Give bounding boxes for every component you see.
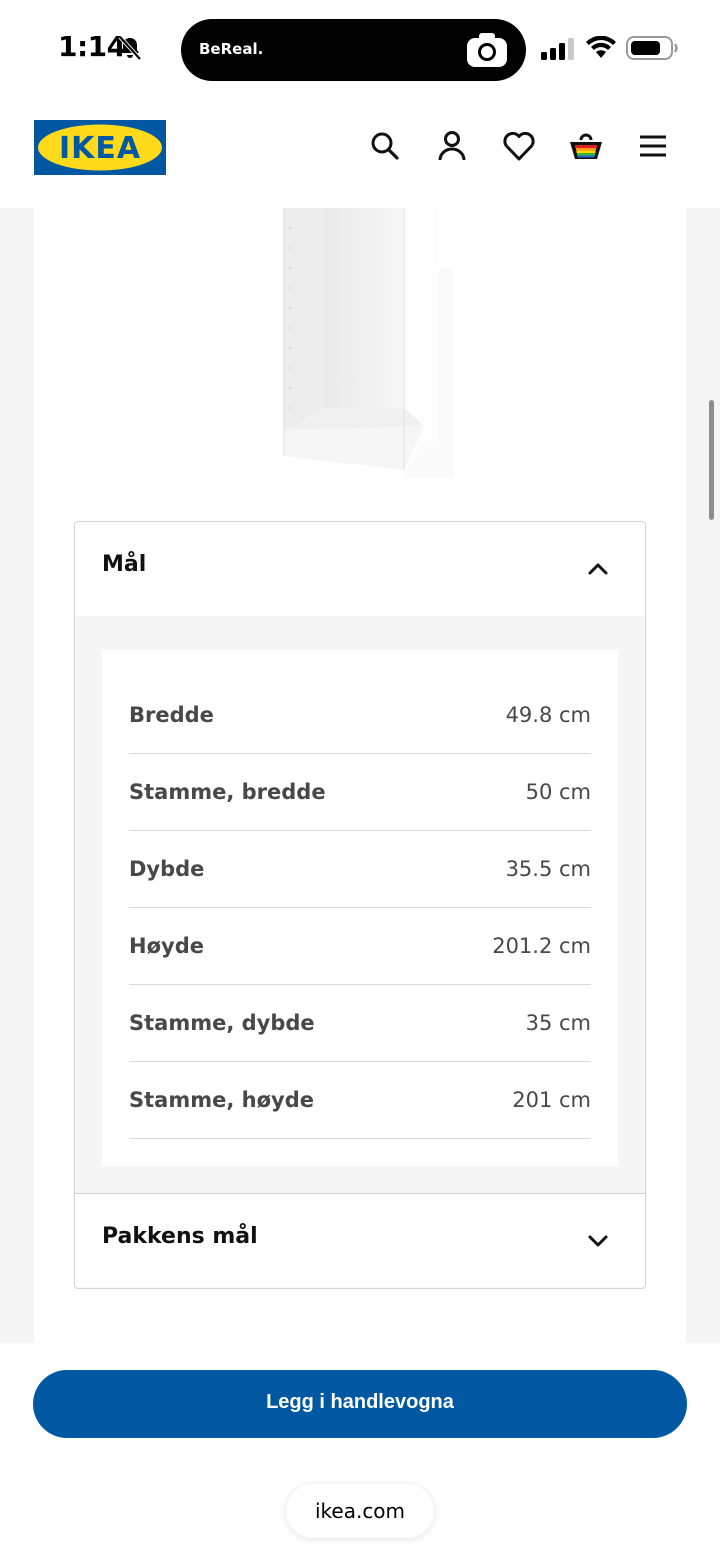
bottom-bar: Legg i handlevogna ikea.com — [0, 1343, 720, 1561]
scrollbar[interactable] — [709, 400, 714, 520]
dimension-value: 201.2 cm — [492, 934, 591, 958]
dimension-label: Stamme, bredde — [129, 780, 326, 804]
chevron-up-icon — [588, 563, 608, 575]
address-bar[interactable]: ikea.com — [286, 1484, 434, 1538]
product-details-panel: Mål Bredde 49.8 cm Stamme, bredde 50 cm … — [34, 208, 686, 1343]
dimension-label: Bredde — [129, 703, 214, 727]
dimension-label: Stamme, høyde — [129, 1088, 314, 1112]
dimensions-list: Bredde 49.8 cm Stamme, bredde 50 cm Dybd… — [102, 650, 618, 1166]
dimension-label: Dybde — [129, 857, 205, 881]
cellular-signal-icon — [541, 38, 574, 60]
dimension-row: Dybde 35.5 cm — [129, 831, 591, 908]
dimensions-accordion: Mål Bredde 49.8 cm Stamme, bredde 50 cm … — [74, 521, 646, 1289]
dimensions-title: Mål — [102, 552, 147, 577]
dynamic-island[interactable]: BeReal. — [181, 19, 526, 81]
heart-icon[interactable] — [501, 128, 537, 164]
dimension-label: Stamme, dybde — [129, 1011, 315, 1035]
menu-icon[interactable] — [635, 128, 671, 164]
dimension-row: Bredde 49.8 cm — [129, 677, 591, 754]
ikea-logo[interactable]: IKEA — [34, 120, 166, 175]
dimension-value: 49.8 cm — [505, 703, 591, 727]
search-icon[interactable] — [367, 128, 403, 164]
island-app-label: BeReal. — [199, 40, 264, 58]
status-bar: 1:14 BeReal. — [0, 0, 720, 96]
wifi-icon — [586, 36, 616, 58]
bell-muted-icon — [118, 35, 142, 61]
dimension-row: Høyde 201.2 cm — [129, 908, 591, 985]
dimension-label: Høyde — [129, 934, 204, 958]
url-text: ikea.com — [314, 1499, 406, 1523]
dimension-row: Stamme, høyde 201 cm — [129, 1062, 591, 1139]
product-image[interactable] — [274, 208, 454, 498]
add-to-cart-label: Legg i handlevogna — [266, 1391, 454, 1413]
dimension-value: 35.5 cm — [505, 857, 591, 881]
dimension-value: 201 cm — [512, 1088, 591, 1112]
chevron-down-icon — [588, 1235, 608, 1247]
dimension-value: 35 cm — [525, 1011, 591, 1035]
accordion-header-dimensions[interactable]: Mål — [75, 522, 645, 616]
cart-icon[interactable] — [568, 128, 604, 164]
battery-icon — [626, 36, 678, 60]
account-icon[interactable] — [434, 128, 470, 164]
package-dimensions-title: Pakkens mål — [102, 1224, 258, 1249]
accordion-header-package[interactable]: Pakkens mål — [75, 1193, 645, 1287]
camera-icon — [467, 33, 507, 67]
svg-text:IKEA: IKEA — [59, 131, 141, 166]
dimension-row: Stamme, dybde 35 cm — [129, 985, 591, 1062]
add-to-cart-button[interactable]: Legg i handlevogna — [33, 1370, 687, 1438]
dimension-value: 50 cm — [525, 780, 591, 804]
dimension-row: Stamme, bredde 50 cm — [129, 754, 591, 831]
site-header: IKEA — [0, 96, 720, 208]
